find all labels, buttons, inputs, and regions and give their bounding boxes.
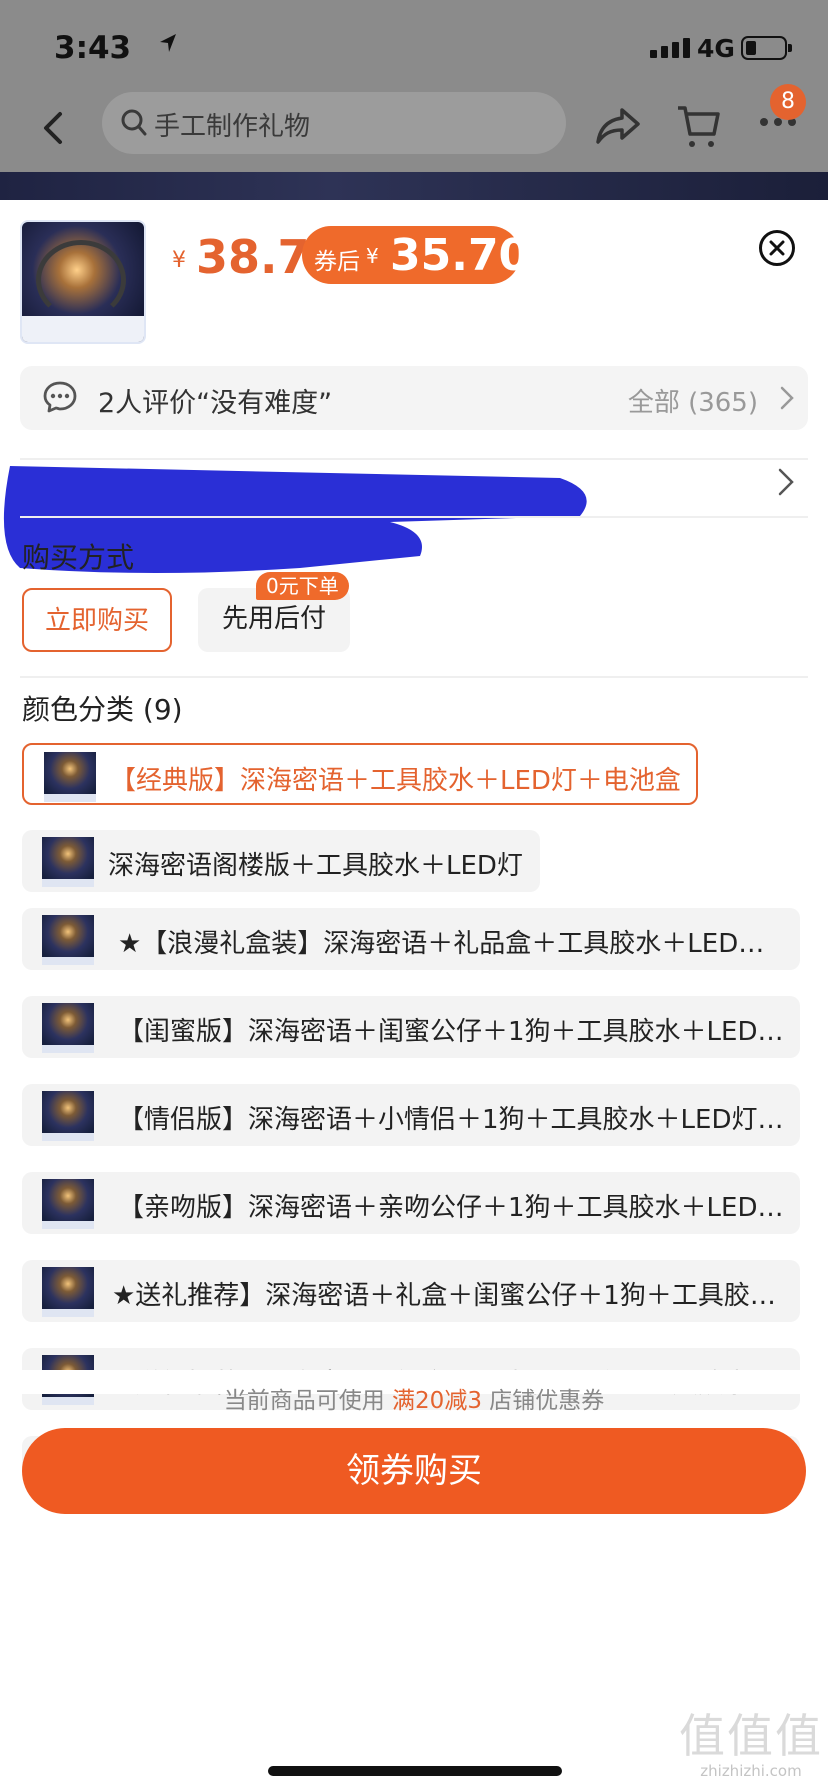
color-option[interactable]: ★送礼推荐】深海密语＋礼盒＋闺蜜公仔＋1狗＋工具胶…	[22, 1260, 800, 1322]
color-option-thumbnail	[42, 1003, 94, 1053]
battery-icon	[741, 36, 792, 60]
coupon-notice: 当前商品可使用 满20减3 店铺优惠券	[0, 1381, 828, 1415]
review-summary: 2人评价“没有难度”	[98, 388, 333, 419]
coupon-label: 券后	[314, 249, 360, 275]
status-bar: 3:43 4G	[0, 0, 828, 96]
color-option-thumbnail	[42, 837, 94, 887]
share-icon[interactable]	[596, 106, 640, 146]
color-option-thumbnail	[42, 1267, 94, 1317]
close-icon	[769, 240, 785, 256]
product-thumbnail[interactable]	[20, 220, 146, 344]
divider	[20, 676, 808, 678]
color-option-label: 深海密语阁楼版＋工具胶水＋LED灯	[108, 851, 523, 881]
purchase-method-title: 购买方式	[22, 541, 135, 574]
color-option-thumbnail	[42, 1179, 94, 1229]
network-type: 4G	[697, 34, 735, 63]
color-option[interactable]: 【闺蜜版】深海密语＋闺蜜公仔＋1狗＋工具胶水＋LED…	[22, 996, 800, 1058]
product-price: 38.7	[196, 230, 310, 284]
divider	[20, 516, 808, 518]
color-option-label: 【经典版】深海密语＋工具胶水＋LED灯＋电池盒	[110, 766, 681, 796]
coupon-notice-prefix: 当前商品可使用	[223, 1388, 385, 1414]
buy-now-option[interactable]: 立即购买	[22, 588, 172, 652]
back-icon[interactable]	[38, 108, 68, 148]
zero-down-tag: 0元下单	[256, 572, 349, 600]
location-arrow-icon	[160, 34, 176, 52]
coupon-price: 35.70	[390, 230, 530, 281]
color-option-thumbnail	[44, 752, 96, 802]
search-bar[interactable]: 手工制作礼物	[102, 92, 566, 154]
cart-badge: 8	[770, 84, 806, 120]
cart-icon[interactable]	[676, 104, 720, 150]
watermark-logo: 值值值	[679, 1709, 823, 1763]
sku-selector-sheet: ¥ 38.7 券后 ¥ 35.70 2人评价“没有难度” 全部 (365) 购买…	[0, 200, 828, 1792]
color-option[interactable]: ★【浪漫礼盒装】深海密语＋礼品盒＋工具胶水＋LED…	[22, 908, 800, 970]
review-summary-bar[interactable]: 2人评价“没有难度” 全部 (365)	[20, 366, 808, 430]
product-hero-image	[0, 172, 828, 202]
coupon-currency: ¥	[366, 244, 379, 268]
color-option-label: 【情侣版】深海密语＋小情侣＋1狗＋工具胶水＋LED灯…	[118, 1105, 784, 1135]
coupon-notice-highlight: 满20减3	[392, 1388, 482, 1414]
search-placeholder: 手工制作礼物	[154, 112, 311, 142]
color-category-title: 颜色分类 (9)	[22, 693, 183, 726]
home-indicator[interactable]	[268, 1766, 562, 1776]
watermark: 值值值 zhizhizhi.com	[676, 1700, 826, 1780]
color-option-label: ★【浪漫礼盒装】深海密语＋礼品盒＋工具胶水＋LED…	[118, 929, 765, 959]
color-option[interactable]: 深海密语阁楼版＋工具胶水＋LED灯	[22, 830, 540, 892]
color-option[interactable]: 【情侣版】深海密语＋小情侣＋1狗＋工具胶水＋LED灯…	[22, 1084, 800, 1146]
address-chevron-icon[interactable]	[778, 468, 794, 496]
claim-coupon-buy-button[interactable]: 领券购买	[22, 1428, 806, 1514]
signal-icon	[650, 38, 690, 58]
price-currency: ¥	[172, 248, 186, 273]
color-option-thumbnail	[42, 915, 94, 965]
color-option-label: ★送礼推荐】深海密语＋礼盒＋闺蜜公仔＋1狗＋工具胶…	[112, 1281, 776, 1311]
color-option-label: 【闺蜜版】深海密语＋闺蜜公仔＋1狗＋工具胶水＋LED…	[118, 1017, 784, 1047]
close-button[interactable]	[759, 230, 795, 266]
review-count-link[interactable]: 全部 (365)	[628, 382, 758, 419]
status-time: 3:43	[54, 30, 132, 66]
color-option-thumbnail	[42, 1091, 94, 1141]
chat-bubble-icon	[43, 381, 77, 413]
color-option-label: 【亲吻版】深海密语＋亲吻公仔＋1狗＋工具胶水＋LED…	[118, 1193, 784, 1223]
color-option[interactable]: 【经典版】深海密语＋工具胶水＋LED灯＋电池盒	[22, 743, 698, 805]
search-icon	[121, 109, 147, 136]
coupon-price-badge: 券后 ¥ 35.70	[302, 226, 529, 284]
color-option[interactable]: 【亲吻版】深海密语＋亲吻公仔＋1狗＋工具胶水＋LED…	[22, 1172, 800, 1234]
coupon-notice-suffix: 店铺优惠券	[489, 1388, 605, 1414]
chevron-right-icon	[780, 386, 794, 410]
